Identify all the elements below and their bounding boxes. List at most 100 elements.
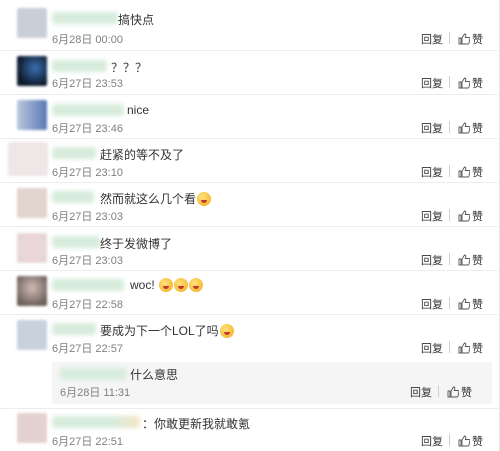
- divider: [449, 165, 450, 177]
- emoji-icon: [197, 192, 212, 206]
- thumbs-up-icon: [458, 33, 471, 45]
- username-blurred[interactable]: [52, 191, 94, 203]
- comment-text: 赶紧的等不及了: [100, 148, 185, 162]
- reply-button[interactable]: 回复: [421, 120, 443, 136]
- sub-reply-text: 什么意思: [130, 368, 179, 382]
- separator: [0, 408, 498, 409]
- divider: [449, 121, 450, 133]
- divider: [449, 76, 450, 88]
- reply-button[interactable]: 回复: [410, 384, 432, 400]
- like-button[interactable]: 赞: [458, 120, 483, 136]
- separator: [0, 226, 498, 227]
- avatar[interactable]: [17, 188, 47, 218]
- comment-time: 6月27日 23:03: [52, 255, 123, 267]
- separator: [0, 138, 498, 139]
- comment-text: ：你敢更新我就敢氪: [142, 417, 251, 431]
- comment-time: 6月27日 23:46: [52, 123, 123, 135]
- reply-button[interactable]: 回复: [421, 296, 443, 312]
- comment-text: 搞快点: [118, 13, 155, 27]
- username-blurred[interactable]: [52, 12, 118, 24]
- username-blurred[interactable]: [60, 368, 126, 380]
- like-button[interactable]: 赞: [458, 164, 483, 180]
- sub-reply-time: 6月28日 11:31: [60, 387, 131, 399]
- separator: [0, 314, 498, 315]
- thumbs-up-icon: [458, 77, 471, 89]
- comment-time: 6月27日 22:51: [52, 436, 123, 448]
- avatar[interactable]: [17, 276, 47, 306]
- like-label: 赞: [461, 387, 472, 399]
- thumbs-up-icon: [458, 254, 471, 266]
- avatar[interactable]: [17, 413, 47, 443]
- username-blurred[interactable]: [52, 147, 96, 159]
- divider: [449, 32, 450, 44]
- comment-text: nice: [127, 103, 150, 117]
- divider: [438, 385, 439, 397]
- divider: [449, 253, 450, 265]
- like-label: 赞: [472, 436, 483, 448]
- separator: [0, 50, 498, 51]
- separator: [0, 182, 498, 183]
- avatar[interactable]: [17, 56, 47, 86]
- sub-reply-box: 什么意思 6月28日 11:31 回复 赞: [52, 362, 492, 404]
- avatar[interactable]: [17, 320, 47, 350]
- like-label: 赞: [472, 34, 483, 46]
- reply-button[interactable]: 回复: [421, 31, 443, 47]
- reply-button[interactable]: 回复: [421, 164, 443, 180]
- comment-text: woc!: [130, 278, 204, 292]
- like-label: 赞: [472, 299, 483, 311]
- comment-time: 6月27日 23:53: [52, 78, 123, 90]
- like-label: 赞: [472, 167, 483, 179]
- like-button[interactable]: 赞: [458, 208, 483, 224]
- comment-text: ？？？: [111, 61, 148, 75]
- like-button[interactable]: 赞: [447, 384, 472, 400]
- like-button[interactable]: 赞: [458, 340, 483, 356]
- like-label: 赞: [472, 211, 483, 223]
- comment-time: 6月27日 22:57: [52, 343, 123, 355]
- divider: [449, 341, 450, 353]
- thumbs-up-icon: [447, 386, 460, 398]
- like-label: 赞: [472, 255, 483, 267]
- avatar[interactable]: [17, 233, 47, 263]
- emoji-icon: [189, 278, 204, 292]
- like-label: 赞: [472, 123, 483, 135]
- emoji-icon: [159, 278, 174, 292]
- divider: [449, 297, 450, 309]
- reply-button[interactable]: 回复: [421, 252, 443, 268]
- like-button[interactable]: 赞: [458, 31, 483, 47]
- comment-time: 6月28日 00:00: [52, 34, 123, 46]
- username-blurred[interactable]: [52, 60, 107, 72]
- avatar[interactable]: [17, 100, 47, 130]
- like-button[interactable]: 赞: [458, 75, 483, 91]
- comment-time: 6月27日 23:03: [52, 211, 123, 223]
- comment-time: 6月27日 22:58: [52, 299, 123, 311]
- reply-button[interactable]: 回复: [421, 340, 443, 356]
- comment-time: 6月27日 23:10: [52, 167, 123, 179]
- divider: [449, 434, 450, 446]
- username-blurred[interactable]: [52, 279, 124, 291]
- thumbs-up-icon: [458, 210, 471, 222]
- like-button[interactable]: 赞: [458, 296, 483, 312]
- thumbs-up-icon: [458, 342, 471, 354]
- avatar[interactable]: [8, 142, 48, 176]
- reply-button[interactable]: 回复: [421, 208, 443, 224]
- username-blurred[interactable]: [52, 104, 124, 116]
- reply-button[interactable]: 回复: [421, 75, 443, 91]
- avatar[interactable]: [17, 8, 47, 38]
- reply-button[interactable]: 回复: [421, 433, 443, 449]
- emoji-icon: [219, 324, 234, 338]
- thumbs-up-icon: [458, 122, 471, 134]
- separator: [0, 94, 498, 95]
- like-button[interactable]: 赞: [458, 252, 483, 268]
- comment-text: 要成为下一个LOL了吗: [100, 322, 234, 339]
- comment-text: 然而就这么几个看: [100, 190, 212, 207]
- separator: [0, 270, 498, 271]
- divider: [449, 209, 450, 221]
- username-blurred[interactable]: [52, 416, 140, 428]
- thumbs-up-icon: [458, 298, 471, 310]
- comment-text: 终于发微博了: [100, 237, 173, 251]
- like-button[interactable]: 赞: [458, 433, 483, 449]
- username-blurred[interactable]: [52, 323, 96, 335]
- comment-list: 搞快点 6月28日 00:00 回复 赞 ？？？ 6月27日 23:53 回复 …: [0, 0, 500, 451]
- username-blurred[interactable]: [52, 236, 100, 248]
- like-label: 赞: [472, 78, 483, 90]
